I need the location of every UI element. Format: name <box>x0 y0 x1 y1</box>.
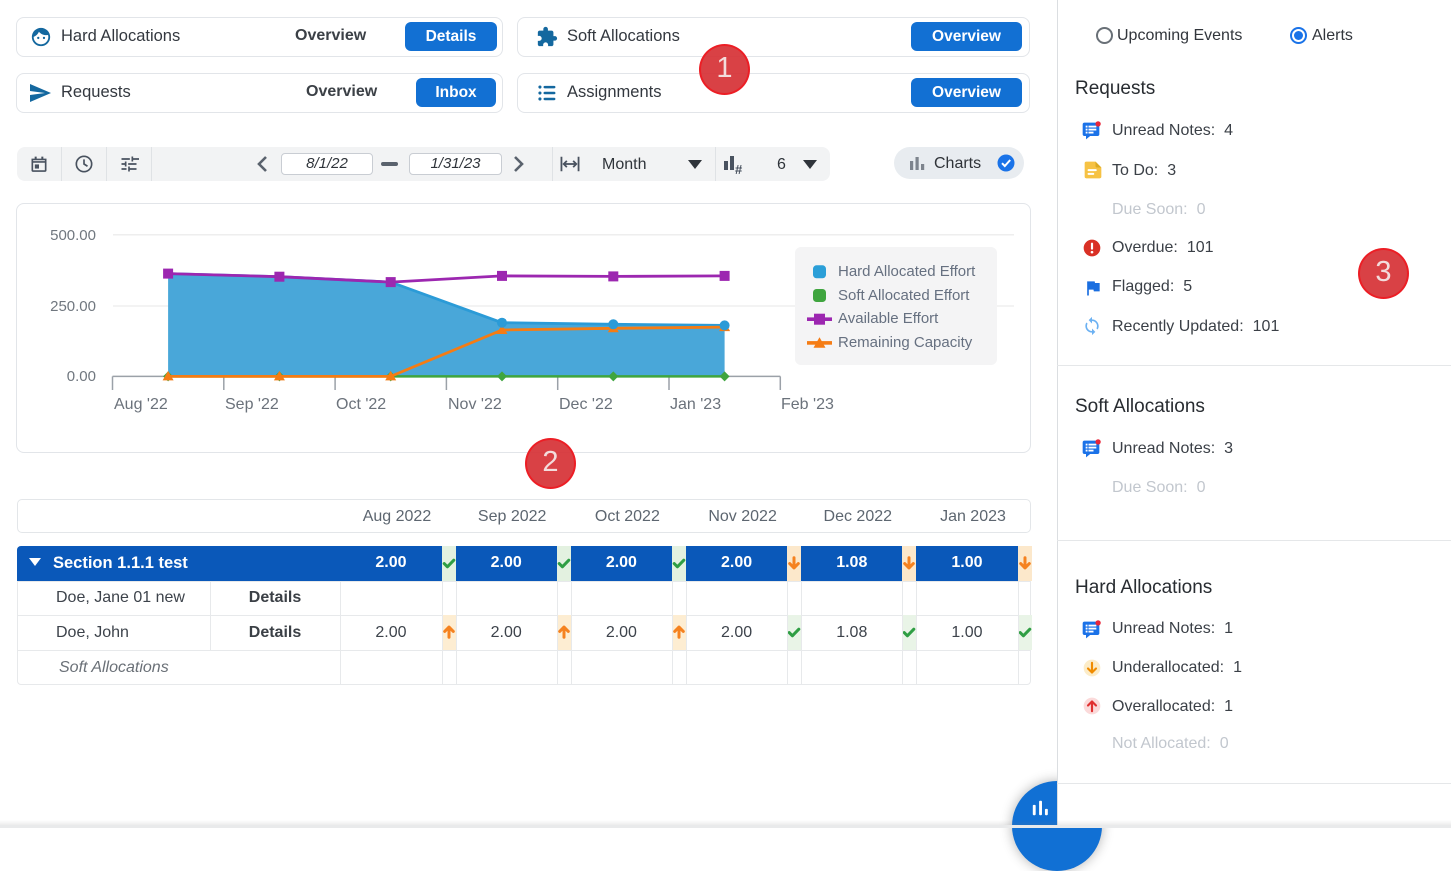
svg-text:#: # <box>735 162 743 175</box>
